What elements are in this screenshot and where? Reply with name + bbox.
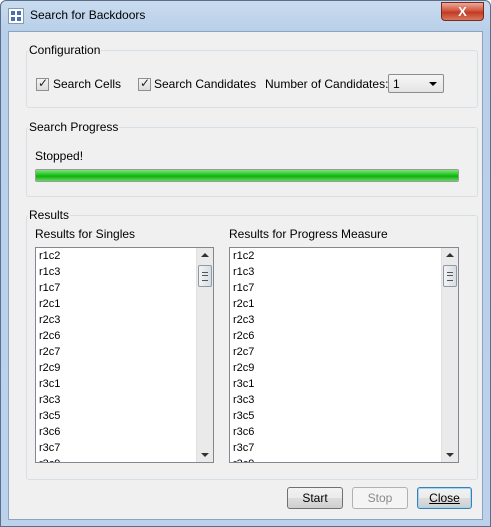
configuration-group-label: Configuration — [28, 43, 102, 57]
list-item[interactable]: r3c3 — [230, 392, 458, 408]
list-item[interactable]: r2c7 — [36, 344, 213, 360]
list-item[interactable]: r1c3 — [230, 264, 458, 280]
singles-results-label: Results for Singles — [35, 227, 136, 241]
list-item[interactable]: r2c9 — [36, 360, 213, 376]
list-item[interactable]: r2c1 — [230, 296, 458, 312]
scroll-up-icon[interactable] — [446, 253, 454, 257]
progress-measure-results-label: Results for Progress Measure — [229, 227, 388, 241]
number-of-candidates-label: Number of Candidates: — [265, 77, 389, 91]
list-item[interactable]: r2c6 — [36, 328, 213, 344]
list-item[interactable]: r3c9 — [36, 456, 213, 462]
list-item[interactable]: r1c3 — [36, 264, 213, 280]
list-item[interactable]: r1c2 — [36, 248, 213, 264]
search-candidates-label[interactable]: Search Candidates — [154, 77, 256, 91]
list-item[interactable]: r1c7 — [36, 280, 213, 296]
singles-results-list[interactable]: r1c2 r1c3 r1c7 r2c1 r2c3 r2c6 r2c7 r2c9 r3c1 r3c3… — [35, 247, 214, 463]
list-item[interactable]: r3c1 — [230, 376, 458, 392]
scroll-thumb[interactable] — [443, 265, 457, 287]
list-item[interactable]: r3c6 — [36, 424, 213, 440]
search-progress-group: Search Progress Stopped! — [20, 119, 478, 197]
list-item[interactable]: r1c2 — [230, 248, 458, 264]
progress-measure-scrollbar[interactable] — [441, 248, 458, 462]
chevron-down-icon — [429, 82, 437, 86]
scroll-down-icon[interactable] — [201, 453, 209, 457]
list-item[interactable]: r3c9 — [230, 456, 458, 462]
search-status-text: Stopped! — [35, 149, 84, 163]
start-button[interactable]: Start — [287, 487, 343, 509]
stop-button[interactable]: Stop — [352, 487, 408, 509]
number-of-candidates-value: 1 — [393, 77, 400, 91]
list-item[interactable]: r2c1 — [36, 296, 213, 312]
close-icon: X — [458, 4, 467, 19]
list-item[interactable]: r2c7 — [230, 344, 458, 360]
dialog-window: Search for Backdoors X Configuration Sea… — [0, 0, 491, 527]
dialog-client-area: Configuration Search Cells Search Candid… — [8, 31, 483, 520]
search-progress-group-label: Search Progress — [28, 120, 120, 134]
list-item[interactable]: r3c5 — [36, 408, 213, 424]
list-item[interactable]: r3c7 — [36, 440, 213, 456]
search-progress-bar — [35, 169, 459, 182]
list-item[interactable]: r2c9 — [230, 360, 458, 376]
close-button-label: Close — [429, 491, 460, 505]
list-item[interactable]: r3c5 — [230, 408, 458, 424]
list-item[interactable]: r2c3 — [230, 312, 458, 328]
window-close-button[interactable]: X — [441, 2, 484, 21]
close-button[interactable]: Close — [417, 487, 472, 509]
results-group: Results Results for Singles r1c2 r1c3 r1c7… — [20, 207, 478, 480]
search-cells-label[interactable]: Search Cells — [53, 77, 121, 91]
scroll-up-icon[interactable] — [201, 253, 209, 257]
scroll-thumb[interactable] — [198, 265, 212, 287]
title-bar[interactable]: Search for Backdoors X — [1, 1, 490, 31]
list-item[interactable]: r2c3 — [36, 312, 213, 328]
list-item[interactable]: r3c3 — [36, 392, 213, 408]
progress-measure-results-list[interactable]: r1c2 r1c3 r1c7 r2c1 r2c3 r2c6 r2c7 r2c9 r3c1 r3c3… — [229, 247, 459, 463]
scroll-down-icon[interactable] — [446, 453, 454, 457]
list-item[interactable]: r3c6 — [230, 424, 458, 440]
list-item[interactable]: r2c6 — [230, 328, 458, 344]
search-progress-fill — [36, 170, 458, 181]
list-item[interactable]: r3c1 — [36, 376, 213, 392]
search-progress-group-border — [26, 127, 478, 197]
list-item[interactable]: r1c7 — [230, 280, 458, 296]
singles-scrollbar[interactable] — [196, 248, 213, 462]
number-of-candidates-dropdown[interactable]: 1 — [388, 74, 444, 93]
results-group-label: Results — [28, 208, 71, 222]
start-button-label: Start — [302, 491, 328, 505]
window-title: Search for Backdoors — [30, 8, 146, 22]
app-icon — [8, 8, 24, 24]
list-item[interactable]: r3c7 — [230, 440, 458, 456]
stop-button-label: Stop — [367, 491, 393, 505]
search-candidates-checkbox[interactable] — [138, 76, 151, 91]
configuration-group: Configuration Search Cells Search Candid… — [20, 42, 478, 108]
search-cells-checkbox[interactable] — [36, 76, 49, 91]
